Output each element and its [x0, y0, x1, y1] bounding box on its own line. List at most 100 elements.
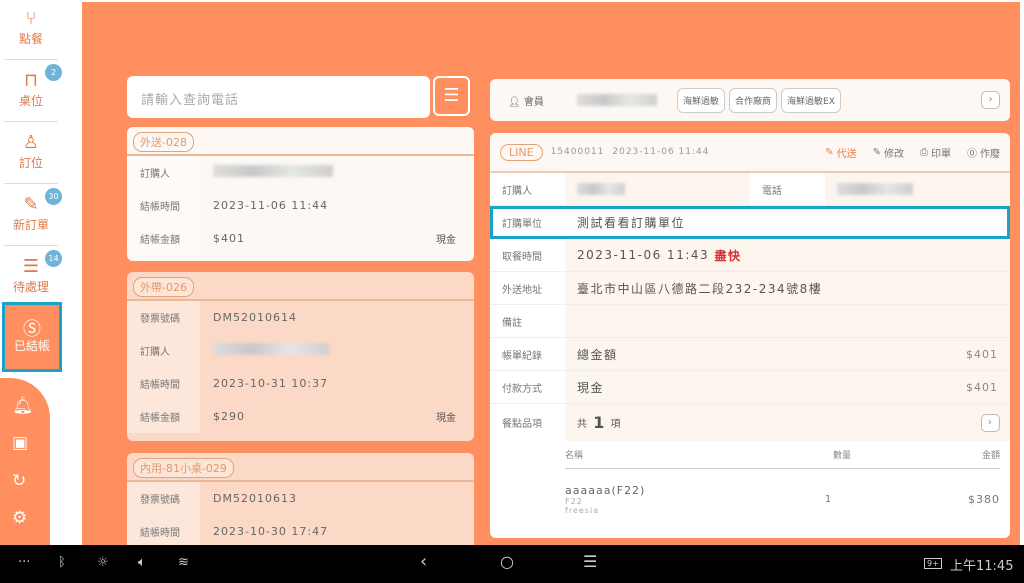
orderer-value	[565, 173, 750, 205]
bill-name: 總金額	[577, 346, 618, 363]
sliders-icon: ☰	[443, 85, 459, 106]
member-detail-button[interactable]: ›	[981, 91, 1000, 109]
bluetooth-icon: ᛒ	[58, 555, 66, 570]
note-value	[565, 305, 1010, 337]
field-label: 訂購人	[127, 334, 200, 367]
action-label: 修改	[884, 145, 904, 160]
home-button[interactable]: ○	[500, 552, 514, 571]
printer-icon: ⎙	[920, 147, 928, 158]
member-bar: 👤︎ 會員 海鮮過敏 合作廠商 海鮮過敏EX ›	[490, 79, 1010, 121]
field-value: DM52010613	[200, 492, 474, 505]
field-value: $290	[200, 410, 436, 423]
badge: 2	[45, 64, 62, 81]
member-tag: 海鮮過敏	[677, 88, 725, 113]
items-suffix: 項	[611, 415, 623, 430]
edit-icon: ✎	[825, 147, 833, 158]
field-label: 訂購單位	[493, 209, 565, 236]
field-value: 2023-10-30 17:47	[200, 525, 474, 538]
field-value: $401	[200, 232, 436, 245]
order-tag: 外送-028	[133, 132, 194, 152]
print-button[interactable]: ⎙印單	[920, 145, 951, 160]
order-unit-row: 訂購單位測試看看訂購單位	[490, 206, 1010, 239]
sidebar-item-new-orders[interactable]: 30✎新訂單	[4, 186, 58, 246]
back-button[interactable]: ‹	[420, 551, 427, 572]
field-label: 結帳金額	[127, 222, 200, 255]
refresh-icon[interactable]: ↻	[12, 471, 26, 491]
payment-method: 現金	[577, 379, 604, 396]
cash-drawer-icon[interactable]: ▣	[12, 433, 28, 453]
clock: 上午11:45	[950, 555, 1013, 574]
field-label: 取餐時間	[490, 239, 565, 271]
sidebar-item-pending[interactable]: 14☰待處理	[4, 248, 58, 300]
more-icon[interactable]: ···	[18, 555, 30, 570]
order-card[interactable]: 外送-028 訂購人 結帳時間2023-11-06 11:44 結帳金額$401…	[127, 127, 474, 261]
void-icon: ⓪	[967, 145, 977, 160]
order-detail: LINE 15400011 2023-11-06 11:44 ✎代送 ✎修改 ⎙…	[490, 133, 1010, 538]
payment-method: 現金	[436, 231, 474, 246]
order-card[interactable]: 外帶-026 發票號碼DM52010614 訂購人 結帳時間2023-10-31…	[127, 272, 474, 441]
detail-header: LINE 15400011 2023-11-06 11:44 ✎代送 ✎修改 ⎙…	[490, 133, 1010, 173]
order-number: 15400011	[551, 147, 605, 157]
utensils-icon: ⑂	[4, 8, 58, 30]
order-tag: 外帶-026	[133, 277, 194, 297]
items-expand-button[interactable]: ›	[981, 414, 1000, 432]
item-qty: 1	[798, 494, 858, 505]
order-card[interactable]: 內用-81小桌-029 發票號碼DM52010613 結帳時間2023-10-3…	[127, 453, 474, 553]
member-name	[577, 94, 657, 106]
wifi-icon: ≋	[178, 555, 189, 570]
col-name: 名稱	[565, 448, 812, 461]
edit-icon: ✎	[873, 147, 881, 158]
payment-amount: $401	[966, 381, 1010, 394]
address-value: 臺北市中山區八德路二段232-234號8樓	[565, 272, 1010, 304]
member-label: 👤︎ 會員	[490, 93, 565, 108]
order-time: 2023-11-06 11:44	[612, 147, 709, 157]
item-amount: $380	[968, 493, 1000, 506]
volume-icon[interactable]: 🔈︎	[138, 555, 146, 570]
item-option: F22	[565, 497, 798, 506]
bill-amount: $401	[966, 348, 1010, 361]
item-name: aaaaaa(F22)	[565, 484, 798, 497]
dollar-icon: Ⓢ	[5, 315, 59, 337]
field-label: 發票號碼	[127, 301, 200, 334]
void-button[interactable]: ⓪作廢	[967, 145, 1000, 160]
field-label: 備註	[490, 305, 565, 337]
deliver-button[interactable]: ✎ 代送	[825, 145, 856, 160]
col-qty: 數量	[812, 448, 872, 461]
field-value: DM52010614	[200, 311, 474, 324]
action-label: 作廢	[980, 145, 1000, 160]
filter-button[interactable]: ☰	[433, 76, 470, 116]
badge: 14	[45, 250, 62, 267]
items-prefix: 共	[577, 415, 589, 430]
tools-panel: 🔔︎ ▣ ↻ ⚙	[0, 378, 50, 545]
bell-icon[interactable]: 🔔︎	[12, 396, 34, 416]
field-label: 發票號碼	[127, 482, 200, 515]
user-icon: 👤︎	[508, 97, 524, 108]
field-value	[200, 343, 474, 358]
field-label: 外送地址	[490, 272, 565, 304]
items-table-header: 名稱數量 金額	[565, 441, 1000, 469]
items-count: 1	[593, 413, 606, 432]
sidebar-item-tables[interactable]: 2⊓桌位	[4, 62, 58, 122]
field-value	[200, 165, 474, 180]
pickup-value: 2023-11-06 11:43 盡快	[565, 239, 1010, 271]
sidebar: ⑂點餐 2⊓桌位 ♙訂位 30✎新訂單 14☰待處理 Ⓢ已結帳 🔔︎ ▣ ↻ ⚙	[0, 0, 80, 545]
pickup-time: 2023-11-06 11:43	[577, 248, 709, 262]
modify-button[interactable]: ✎修改	[873, 145, 904, 160]
sidebar-item-reservation[interactable]: ♙訂位	[4, 124, 58, 184]
gear-icon[interactable]: ⚙	[12, 508, 27, 528]
item-row[interactable]: aaaaaa(F22)F22freesia 1 $380	[565, 469, 1000, 529]
phone-search-input[interactable]: 請輸入查詢電話	[127, 76, 430, 118]
action-label: 代送	[837, 145, 857, 160]
col-amount: 金額	[982, 448, 1000, 461]
field-label: 電話	[750, 173, 825, 205]
sidebar-item-order[interactable]: ⑂點餐	[4, 0, 58, 60]
sidebar-item-checked-out[interactable]: Ⓢ已結帳	[2, 302, 62, 372]
field-label: 結帳時間	[127, 367, 200, 400]
field-label: 結帳時間	[127, 515, 200, 548]
badge: 30	[45, 188, 62, 205]
recents-button[interactable]: ☰	[583, 552, 597, 571]
field-label: 結帳時間	[127, 189, 200, 222]
member-tag: 合作廠商	[729, 88, 777, 113]
action-label: 印單	[931, 145, 951, 160]
brightness-icon[interactable]: ☼	[97, 555, 109, 570]
